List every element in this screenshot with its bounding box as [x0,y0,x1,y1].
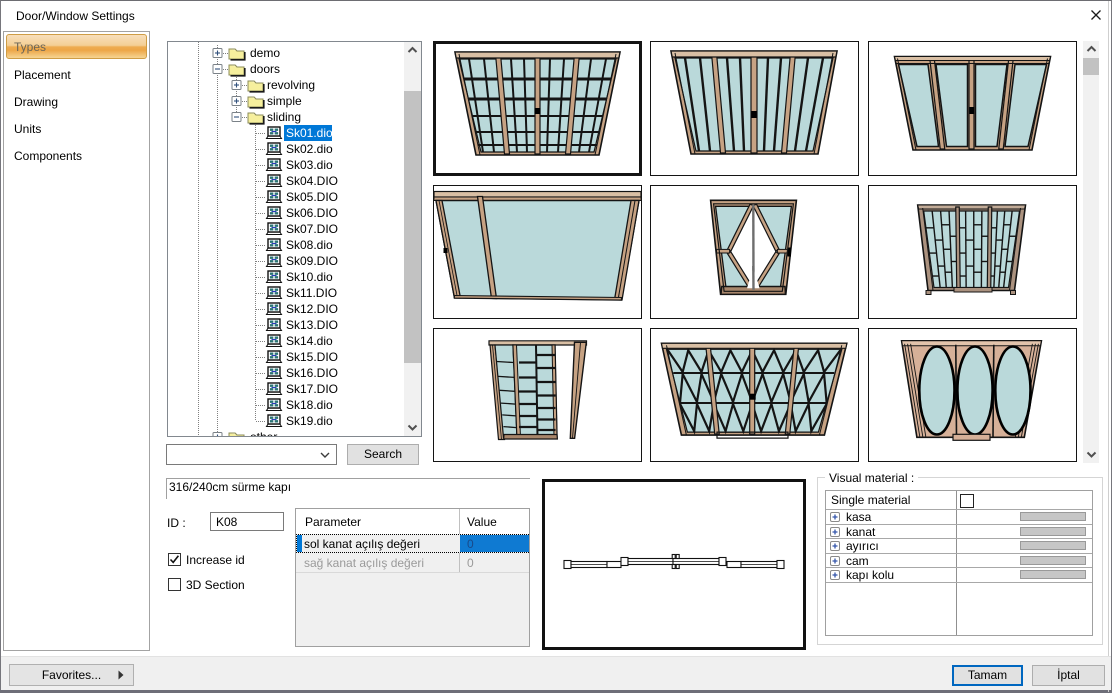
svg-text:Sk19.dio: Sk19.dio [286,414,333,428]
svg-text:Sk12.DIO: Sk12.DIO [286,302,338,316]
svg-text:Sk04.DIO: Sk04.DIO [286,174,338,188]
svg-text:Sk15.DIO: Sk15.DIO [286,350,338,364]
svg-text:Sk07.DIO: Sk07.DIO [286,222,338,236]
svg-text:other: other [250,430,277,436]
svg-text:Sk10.dio: Sk10.dio [286,270,333,284]
svg-text:Sk13.DIO: Sk13.DIO [286,318,338,332]
svg-text:sliding: sliding [267,110,301,124]
svg-text:Sk17.DIO: Sk17.DIO [286,382,338,396]
svg-text:Sk16.DIO: Sk16.DIO [286,366,338,380]
svg-text:Sk02.dio: Sk02.dio [286,142,333,156]
svg-text:Sk06.DIO: Sk06.DIO [286,206,338,220]
svg-text:Sk18.dio: Sk18.dio [286,398,333,412]
svg-text:revolving: revolving [267,78,315,92]
svg-text:Sk05.DIO: Sk05.DIO [286,190,338,204]
svg-text:Sk03.dio: Sk03.dio [286,158,333,172]
svg-text:Sk09.DIO: Sk09.DIO [286,254,338,268]
svg-text:Sk14.dio: Sk14.dio [286,334,333,348]
svg-text:doors: doors [250,62,280,76]
svg-text:Sk08.dio: Sk08.dio [286,238,333,252]
svg-text:Sk11.DIO: Sk11.DIO [286,286,337,300]
svg-text:simple: simple [267,94,302,108]
svg-text:Sk01.dio: Sk01.dio [286,126,333,140]
svg-text:demo: demo [250,46,280,60]
